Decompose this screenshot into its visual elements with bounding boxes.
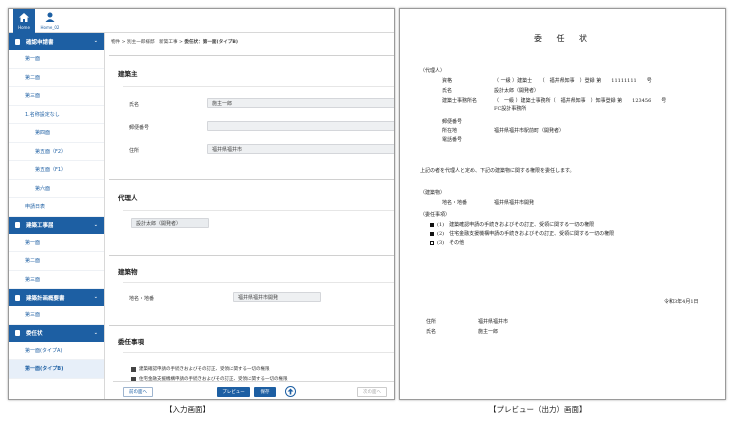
document-icon [15,222,20,228]
agent-header: （代理人） [420,68,446,74]
main-content: 物件 > 別主一郎様邸 新築工事 > 委任状：第一面(タイプB) 建築主 氏名 … [105,33,394,399]
arrow-up-icon [287,388,294,395]
statement: 上記の者を代理人と定め、下記の建築物に関する権限を委任します。 [420,168,575,174]
sidebar-section-plan-summary[interactable]: 建築計画概要書 ⌄ [9,289,104,306]
owner-zip-input[interactable] [207,121,394,131]
document-title: 委 任 状 [533,34,594,43]
checked-square-icon [430,231,434,236]
building-panel: 建築物 地名・地番 福井県福井市開発 [109,255,394,309]
mail-label: 郵便番号 [442,119,463,125]
sign-addr-value: 福井県福井市 [478,319,509,325]
matter-3: (3) その他 [430,239,464,246]
checked-square-icon [430,222,434,227]
location-value: 福井県福井市開発 [494,200,535,206]
building-location-label: 地名・地番 [129,296,155,302]
sidebar-section-application[interactable]: 確認申請書 ⌄ [9,33,104,50]
owner-panel: 建築主 氏名 施主一郎 郵便番号 住所 福井県福井市 [109,55,394,163]
checkbox-checked-icon [131,366,136,372]
sidebar-item[interactable]: 1.名称設定なし [9,106,104,124]
owner-name-input[interactable]: 施主一郎 [207,98,394,108]
name-value: 設計太郎（開発者） [494,88,540,94]
chevron-down-icon: ⌄ [93,221,98,228]
save-button[interactable]: 保存 [254,387,276,397]
owner-zip-label: 郵便番号 [129,125,150,131]
next-page-button[interactable]: 次の面へ [357,387,387,397]
sidebar-item[interactable]: 第三面 [9,306,104,325]
sidebar-item[interactable]: 第二面 [9,252,104,271]
sidebar-item[interactable]: 第一面(タイプA) [9,342,104,360]
sidebar-item[interactable]: 第一面 [9,234,104,252]
preview-button[interactable]: プレビュー [217,387,250,397]
sidebar-section-construction[interactable]: 建築工事届 ⌄ [9,216,104,234]
input-screen: Home Home_02 確認申請書 ⌄ 第一面 第二面 第三面 1.名称設定な… [8,8,395,400]
sidebar-item[interactable]: 第三面 [9,271,104,289]
caption-input-screen: 【入力画面】 [165,405,210,414]
document-icon [15,294,20,301]
tel-label: 電話番号 [442,137,463,143]
delegation-title: 委任事項 [118,338,144,346]
sign-name-label: 氏名 [426,329,437,335]
scroll-top-button[interactable] [285,386,296,397]
sidebar-section-delegation[interactable]: 委任状 ⌄ [9,324,104,342]
breadcrumb: 物件 > 別主一郎様邸 新築工事 > 委任状：第一面(タイプB) [111,40,238,45]
user-label: Home_02 [40,25,60,30]
owner-address-label: 住所 [129,148,140,154]
name-label: 氏名 [442,88,453,94]
owner-title: 建築主 [118,70,138,78]
sidebar-item[interactable]: 第五面（F2） [9,143,104,161]
sign-name-value: 施主一郎 [478,329,499,335]
chevron-down-icon: ⌄ [93,294,98,300]
chevron-down-icon: ⌄ [93,329,98,336]
footer-actions: 前の面へ プレビュー 保存 次の面へ [113,381,394,399]
qual-value: （ 一級 ）建築士 （ 福井県知事 ）登録 第 11111111 号 [494,78,652,84]
user-button[interactable]: Home_02 [39,9,61,33]
office-value: （ 一級 ）建築士事務所（ 福井県知事 ）知事登録 第 123456 号 [494,98,667,104]
chevron-down-icon: ⌄ [93,38,98,44]
office-name: FC設計事務所 [494,106,527,112]
owner-name-label: 氏名 [129,102,140,108]
sidebar-item-active[interactable]: 第一面(タイプB) [9,360,104,379]
matter-1: (1) 建築確認申請の手続きおよびその訂正、受領に関する一切の権限 [430,221,594,228]
document-icon [15,38,20,45]
addr-label: 所在地 [442,128,458,134]
matter-2: (2) 住宅金融支援機構申請の手続きおよびその訂正、受領に関する一切の権限 [430,230,614,237]
prev-page-button[interactable]: 前の面へ [123,387,153,397]
home-label: Home [18,25,30,30]
building-title: 建築物 [118,268,138,276]
sidebar-item[interactable]: 第一面 [9,50,104,69]
sidebar-item[interactable]: 第三面 [9,87,104,106]
building-header: （建築物） [420,190,446,196]
addr-value: 福井県福井市駅前町（開発者） [494,128,565,134]
office-label: 建築士事務所名 [442,98,478,104]
agent-chip[interactable]: 設計太郎（開発者） [131,218,209,228]
sidebar-item[interactable]: 第五面（F1） [9,161,104,180]
agent-panel: 代理人 設計太郎（開発者） [109,179,394,237]
caption-preview-screen: 【プレビュー（出力）画面】 [489,405,587,414]
location-label: 地名・地番 [442,200,468,206]
agent-title: 代理人 [118,194,138,202]
owner-address-input[interactable]: 福井県福井市 [207,144,394,154]
qual-label: 資格 [442,78,453,84]
document-date: 令和3年4月1日 [664,299,699,305]
preview-screen: 委 任 状 （代理人） 資格 （ 一級 ）建築士 （ 福井県知事 ）登録 第 1… [399,8,726,400]
unchecked-square-icon [430,240,434,245]
sidebar-item[interactable]: 第二面 [9,69,104,87]
sign-addr-label: 住所 [426,319,437,325]
top-bar: Home Home_02 [9,9,394,33]
home-button[interactable]: Home [13,9,35,33]
matters-header: （委任事項） [420,212,451,218]
document-icon [15,330,20,336]
home-icon [13,9,35,25]
sidebar-item[interactable]: 第六面 [9,180,104,198]
building-location-input[interactable]: 福井県福井市開発 [233,292,321,302]
sidebar-item[interactable]: 申請日表 [9,198,104,217]
sidebar-item[interactable]: 第四面 [9,124,104,143]
sidebar: 確認申請書 ⌄ 第一面 第二面 第三面 1.名称設定なし 第四面 第五面（F2）… [9,33,105,399]
delegation-checkbox-1[interactable]: 建築確認申請の手続きおよびその訂正、受領に関する一切の権限 [131,366,270,372]
user-icon [39,9,61,25]
